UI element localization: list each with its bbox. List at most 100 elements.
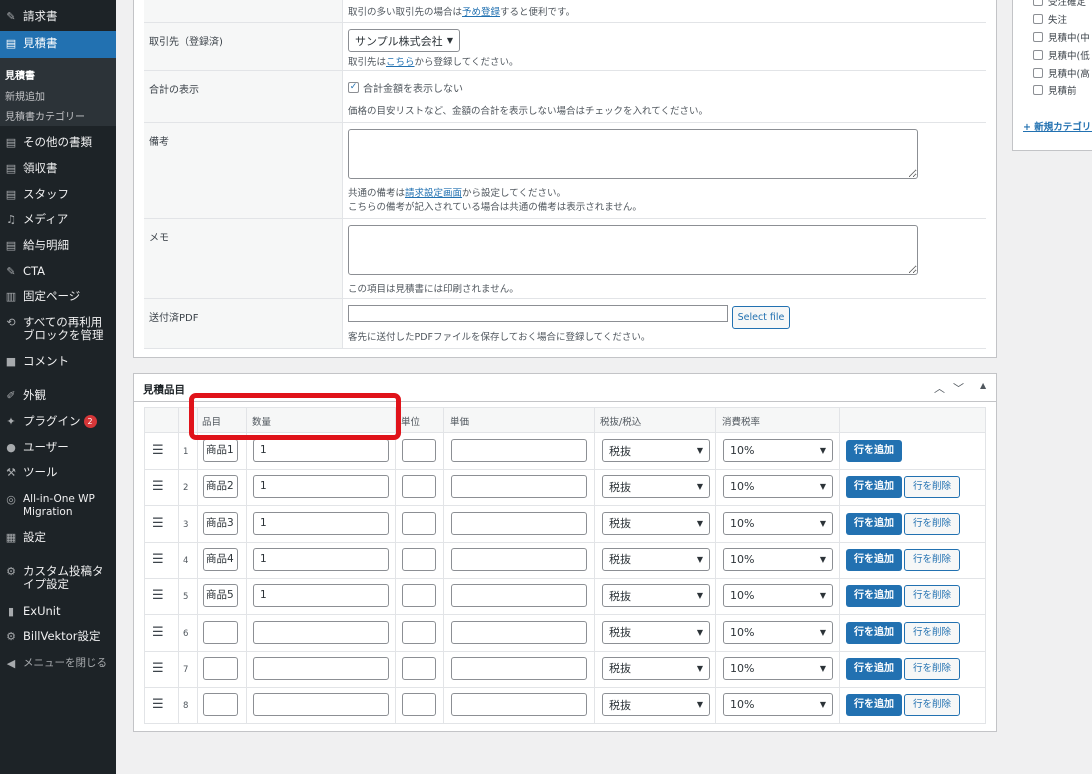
unit-input[interactable]	[402, 620, 436, 644]
tax-rate-select[interactable]: 10% ▼	[723, 547, 833, 571]
menu-aio-migration[interactable]: ◎ All-in-One WP Migration	[0, 493, 116, 519]
delete-row-button[interactable]: 行を削除	[904, 476, 960, 499]
client-select[interactable]: サンプル株式会社 ▼	[348, 29, 460, 52]
add-row-button[interactable]: 行を追加	[846, 512, 902, 535]
menu-payslip[interactable]: ▤ 給与明細	[0, 239, 116, 253]
invoice-settings-link[interactable]: 請求設定画面	[405, 188, 462, 199]
drag-handle-icon[interactable]: ☰	[152, 661, 164, 676]
unit-input[interactable]	[402, 475, 436, 499]
submenu-item-categories[interactable]: 見積書カテゴリー	[5, 108, 85, 123]
tax-type-select[interactable]: 税抜 ▼	[602, 511, 710, 535]
quantity-input[interactable]	[253, 620, 389, 644]
quantity-input[interactable]: 1	[253, 547, 389, 571]
add-row-button[interactable]: 行を追加	[846, 694, 902, 717]
menu-other-docs[interactable]: ▤ その他の書類	[0, 136, 116, 150]
submenu-item-add-new[interactable]: 新規追加	[5, 88, 45, 103]
remarks-textarea[interactable]	[348, 129, 918, 179]
add-row-button[interactable]: 行を追加	[846, 621, 902, 644]
submenu-item-estimate[interactable]: 見積書	[5, 67, 35, 82]
add-row-button[interactable]: 行を追加	[846, 585, 902, 608]
tax-rate-select[interactable]: 10% ▼	[723, 620, 833, 644]
menu-receipt[interactable]: ▤ 領収書	[0, 162, 116, 176]
menu-estimate[interactable]: ▤ 見積書	[0, 31, 116, 58]
tax-type-select[interactable]: 税抜 ▼	[602, 584, 710, 608]
unit-input[interactable]	[402, 693, 436, 717]
item-name-input[interactable]	[203, 656, 238, 680]
delete-row-button[interactable]: 行を削除	[904, 512, 960, 535]
add-row-button[interactable]: 行を追加	[846, 548, 902, 571]
menu-comments[interactable]: ■ コメント	[0, 355, 116, 369]
menu-users[interactable]: ● ユーザー	[0, 441, 116, 455]
category-item[interactable]: 見積前	[1033, 83, 1077, 97]
menu-staff[interactable]: ▤ スタッフ	[0, 188, 116, 202]
item-name-input[interactable]	[203, 620, 238, 644]
unit-input[interactable]	[402, 656, 436, 680]
drag-handle-icon[interactable]: ☰	[152, 443, 164, 458]
category-item[interactable]: 見積中(低	[1033, 48, 1090, 62]
delete-row-button[interactable]: 行を削除	[904, 657, 960, 680]
category-item[interactable]: 失注	[1033, 12, 1067, 26]
delete-row-button[interactable]: 行を削除	[904, 694, 960, 717]
drag-handle-icon[interactable]: ☰	[152, 697, 164, 712]
add-row-button[interactable]: 行を追加	[846, 657, 902, 680]
menu-appearance[interactable]: ✐ 外観	[0, 389, 116, 403]
drag-handle-icon[interactable]: ☰	[152, 552, 164, 567]
menu-settings[interactable]: ▦ 設定	[0, 531, 116, 545]
tax-rate-select[interactable]: 10% ▼	[723, 511, 833, 535]
tax-type-select[interactable]: 税抜 ▼	[602, 693, 710, 717]
client-register-link[interactable]: こちら	[386, 57, 415, 68]
quantity-input[interactable]: 1	[253, 475, 389, 499]
add-row-button[interactable]: 行を追加	[846, 440, 902, 462]
unit-price-input[interactable]	[451, 656, 587, 680]
delete-row-button[interactable]: 行を削除	[904, 621, 960, 644]
menu-cta[interactable]: ✎ CTA	[0, 265, 116, 279]
category-checkbox[interactable]	[1033, 14, 1043, 24]
category-checkbox[interactable]	[1033, 0, 1043, 6]
tax-rate-select[interactable]: 10% ▼	[723, 584, 833, 608]
unit-input[interactable]	[402, 547, 436, 571]
delete-row-button[interactable]: 行を削除	[904, 585, 960, 608]
quantity-input[interactable]: 1	[253, 439, 389, 462]
tax-type-select[interactable]: 税抜 ▼	[602, 475, 710, 499]
tax-rate-select[interactable]: 10% ▼	[723, 475, 833, 499]
tax-rate-select[interactable]: 10% ▼	[723, 656, 833, 680]
drag-handle-icon[interactable]: ☰	[152, 479, 164, 494]
hide-total-option[interactable]: ✓ 合計金額を表示しない	[348, 80, 463, 95]
menu-pages[interactable]: ▥ 固定ページ	[0, 290, 116, 304]
category-item[interactable]: 見積中(中	[1033, 30, 1090, 44]
item-name-input[interactable]	[203, 693, 238, 717]
quantity-input[interactable]: 1	[253, 511, 389, 535]
menu-invoice[interactable]: ✎ 請求書	[0, 10, 116, 26]
select-file-button[interactable]: Select file	[732, 306, 790, 329]
move-up-icon[interactable]: ︿	[934, 380, 945, 396]
item-name-input[interactable]: 商品2	[203, 475, 238, 499]
unit-input[interactable]	[402, 584, 436, 608]
toggle-panel-icon[interactable]: ▲	[980, 381, 986, 390]
add-category-link[interactable]: + 新規カテゴリー	[1023, 119, 1092, 133]
tax-type-select[interactable]: 税抜 ▼	[602, 656, 710, 680]
tax-type-select[interactable]: 税抜 ▼	[602, 620, 710, 644]
drag-handle-icon[interactable]: ☰	[152, 516, 164, 531]
unit-price-input[interactable]	[451, 547, 587, 571]
menu-billvektor[interactable]: ⚙ BillVektor設定	[0, 630, 116, 644]
menu-collapse[interactable]: ◀ メニューを閉じる	[0, 657, 116, 671]
tax-rate-select[interactable]: 10% ▼	[723, 439, 833, 462]
unit-price-input[interactable]	[451, 439, 587, 462]
pdf-path-input[interactable]	[348, 305, 728, 322]
unit-price-input[interactable]	[451, 584, 587, 608]
menu-plugins[interactable]: ✦ プラグイン 2	[0, 415, 116, 429]
unit-price-input[interactable]	[451, 511, 587, 535]
tax-type-select[interactable]: 税抜 ▼	[602, 439, 710, 462]
menu-tools[interactable]: ⚒ ツール	[0, 466, 116, 480]
unit-input[interactable]	[402, 439, 436, 462]
item-name-input[interactable]: 商品5	[203, 584, 238, 608]
unit-price-input[interactable]	[451, 620, 587, 644]
drag-handle-icon[interactable]: ☰	[152, 625, 164, 640]
item-name-input[interactable]: 商品4	[203, 547, 238, 571]
category-item[interactable]: 見積中(高	[1033, 66, 1090, 80]
tax-type-select[interactable]: 税抜 ▼	[602, 547, 710, 571]
hide-total-checkbox[interactable]: ✓	[348, 82, 359, 93]
quantity-input[interactable]	[253, 656, 389, 680]
add-row-button[interactable]: 行を追加	[846, 476, 902, 499]
menu-exunit[interactable]: ▮ ExUnit	[0, 605, 116, 619]
